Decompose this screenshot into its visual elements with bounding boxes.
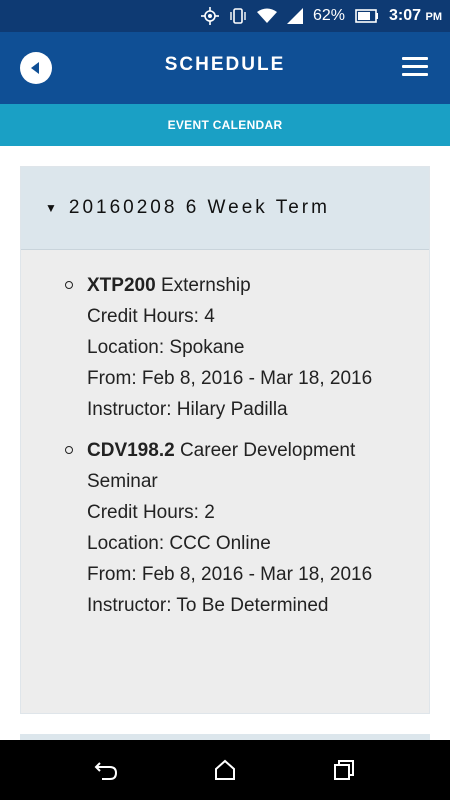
course-dates: From: Feb 8, 2016 - Mar 18, 2016 — [87, 368, 373, 389]
course-name: Externship — [160, 275, 251, 296]
term-card: ▼ 20160208 6 Week Term XTP200 Externship… — [20, 166, 430, 714]
course-instructor: Instructor: Hilary Padilla — [87, 399, 288, 420]
nav-recents-icon — [334, 760, 354, 780]
schedule-content: ▼ 20160208 6 Week Term XTP200 Externship… — [0, 146, 450, 740]
course-list: XTP200 Externship Credit Hours: 4 Locati… — [21, 250, 429, 621]
battery-icon — [355, 9, 379, 23]
bullet-icon — [65, 281, 73, 289]
nav-home-button[interactable] — [209, 755, 241, 785]
battery-percent: 62% — [312, 7, 346, 24]
vibrate-icon — [229, 7, 247, 25]
course-code: CDV198.2 — [87, 440, 175, 461]
gps-icon — [200, 7, 219, 25]
course-item: CDV198.2 Career Development Seminar Cred… — [65, 435, 387, 621]
menu-button[interactable] — [402, 54, 428, 80]
status-bar: 62% 3:07 PM — [0, 0, 450, 32]
system-nav-bar — [0, 740, 450, 800]
collapse-triangle-icon: ▼ — [45, 201, 57, 215]
term-header[interactable]: ▼ 20160208 6 Week Term — [21, 167, 429, 250]
course-location: Location: CCC Online — [87, 533, 271, 554]
course-dates: From: Feb 8, 2016 - Mar 18, 2016 — [87, 564, 373, 585]
clock: 3:07 PM — [389, 7, 442, 25]
nav-recents-button[interactable] — [328, 755, 360, 785]
nav-back-icon — [94, 762, 118, 780]
course-item: XTP200 Externship Credit Hours: 4 Locati… — [65, 270, 387, 425]
course-credit-hours: Credit Hours: 2 — [87, 502, 215, 523]
term-title: 20160208 6 Week Term — [68, 197, 330, 218]
event-calendar-tab[interactable]: EVENT CALENDAR — [0, 104, 450, 146]
nav-home-icon — [215, 759, 235, 780]
nav-back-button[interactable] — [90, 755, 122, 785]
page-title: SCHEDULE — [164, 54, 286, 75]
wifi-icon — [256, 8, 277, 24]
course-credit-hours: Credit Hours: 4 — [87, 306, 215, 327]
course-code: XTP200 — [87, 275, 156, 296]
course-instructor: Instructor: To Be Determined — [87, 595, 329, 616]
bullet-icon — [65, 446, 73, 454]
clock-ampm: PM — [425, 11, 443, 23]
app-bar: SCHEDULE — [0, 32, 450, 104]
signal-icon — [286, 8, 303, 24]
course-location: Location: Spokane — [87, 337, 245, 358]
hamburger-menu-icon — [402, 57, 428, 76]
clock-time: 3:07 — [389, 7, 422, 24]
